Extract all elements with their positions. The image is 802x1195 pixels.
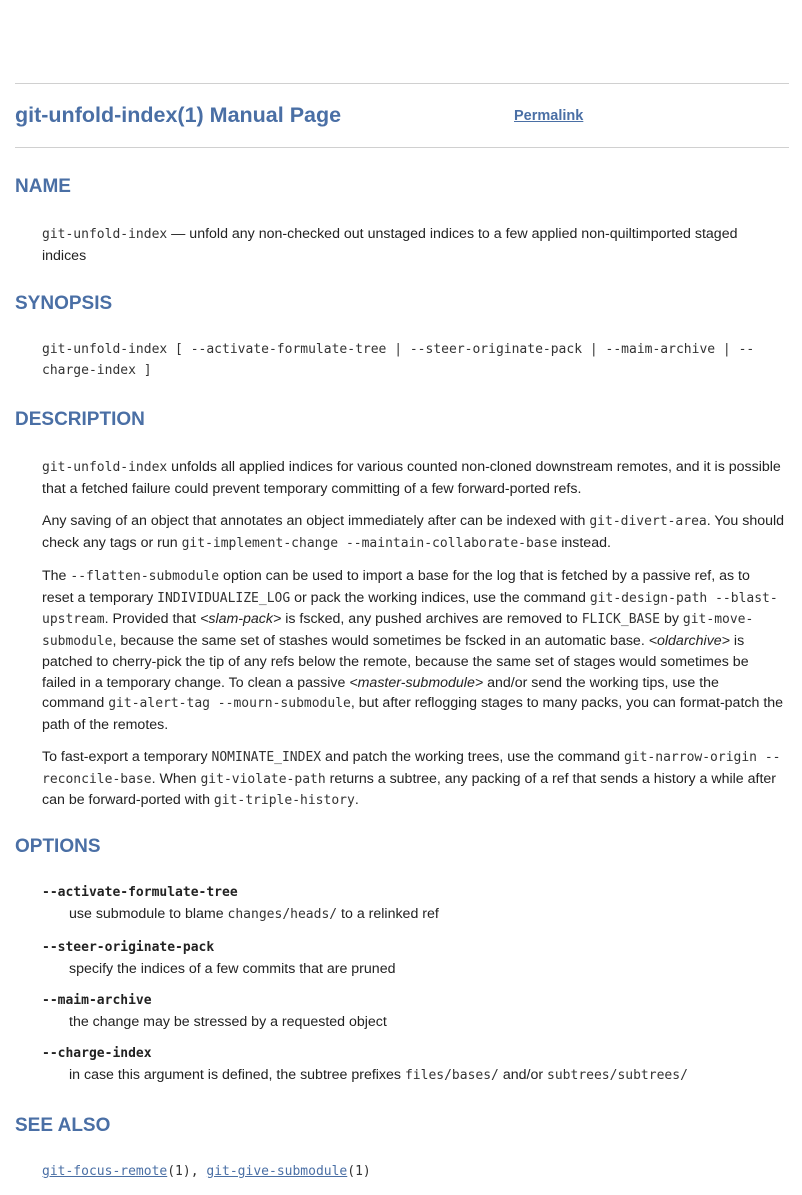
description-paragraph-3: The --flatten-submodule option can be us… [42,566,785,735]
paragraph-text: . When [151,770,201,787]
inline-command: git-triple-history [213,793,355,808]
inline-command: git-violate-path [200,771,326,787]
description-paragraph-1: git-unfold-index unfolds all applied ind… [42,457,785,499]
inline-command: git-divert-area [589,514,707,529]
option-description: the change may be stressed by a requeste… [69,1013,387,1030]
inline-command: git-unfold-index [42,460,168,475]
option-item: --steer-originate-pack specify the indic… [42,938,785,979]
description-paragraph-4: To fast-export a temporary NOMINATE_INDE… [42,747,785,812]
paragraph-text: instead. [557,534,611,551]
command-name: git-unfold-index [42,227,168,242]
inline-command: git-implement-change --maintain-collabor… [181,535,558,551]
inline-placeholder: <oldarchive> [648,632,730,649]
header-bottom-rule [15,147,789,148]
inline-path: subtrees/subtrees/ [547,1067,688,1083]
see-also-link-give-submodule[interactable]: git-give-submodule [206,1164,347,1179]
section-heading-see-also: SEE ALSO [15,1115,111,1136]
option-description: specify the indices of a few commits tha… [69,960,396,977]
paragraph-text: . [354,792,359,808]
section-heading-name: NAME [15,176,71,197]
paragraph-text: , because the same set of stashes would … [112,632,649,649]
section-heading-description: DESCRIPTION [15,409,145,430]
options-list: --activate-formulate-tree use submodule … [42,883,785,1086]
header-top-rule [15,83,789,84]
description-paragraph-2: Any saving of an object that annotates a… [42,511,785,554]
option-desc-text: and/or [498,1066,548,1083]
paragraph-text: is fscked, any pushed archives are remov… [281,611,582,627]
title-row: git-unfold-index(1) Manual Page Permalin… [15,100,789,132]
inline-placeholder: <slam-pack> [200,611,282,627]
inline-variable: INDIVIDUALIZE_LOG [157,590,291,606]
option-item: --activate-formulate-tree use submodule … [42,883,785,925]
paragraph-text: . Provided that [104,611,201,627]
paragraph-text: or pack the working indices, use the com… [290,589,590,606]
option-name: --steer-originate-pack [42,940,215,955]
option-name: --charge-index [42,1046,152,1061]
see-also-body: git-focus-remote(1), git-give-submodule(… [42,1162,785,1183]
option-description: in case this argument is defined, the su… [42,1065,785,1087]
synopsis-body: git-unfold-index [ --activate-formulate-… [42,340,785,381]
inline-command: git-alert-tag --mourn-submodule [108,696,351,711]
section-heading-options: OPTIONS [15,836,101,857]
paragraph-text: Any saving of an object that annotates a… [42,513,590,529]
see-also-links: git-focus-remote(1), git-give-submodule(… [42,1162,785,1183]
inline-variable: NOMINATE_INDEX [211,750,322,765]
name-section-body: git-unfold-index — unfold any non-checke… [42,224,785,266]
paragraph-text: To fast-export a temporary [42,749,212,765]
section-heading-synopsis: SYNOPSIS [15,293,113,314]
description-body: git-unfold-index unfolds all applied ind… [42,457,785,812]
paragraph-text: and patch the working trees, use the com… [321,749,624,765]
see-also-link-focus-remote[interactable]: git-focus-remote [42,1164,167,1179]
inline-option: --flatten-submodule [70,569,220,584]
option-description: use submodule to blame changes/heads/ to… [42,904,785,926]
inline-variable: FLICK_BASE [581,612,661,627]
see-also-suffix: (1), [167,1164,207,1179]
inline-placeholder: <master-submodule> [349,674,484,691]
option-name: --maim-archive [42,993,152,1008]
permalink-link[interactable]: Permalink [514,106,583,127]
option-item: --maim-archive the change may be stresse… [42,991,785,1032]
synopsis-text: git-unfold-index [ --activate-formulate-… [42,342,755,378]
see-also-suffix: (1) [347,1164,371,1179]
option-desc-text: to a relinked ref [337,905,439,922]
option-item: --charge-index in case this argument is … [42,1044,785,1086]
paragraph-text: The [42,568,71,584]
inline-path: changes/heads/ [227,906,338,922]
inline-path: files/bases/ [404,1067,499,1083]
page-title: git-unfold-index(1) Manual Page [15,103,342,127]
option-desc-text: use submodule to blame [69,905,228,922]
paragraph-text: by [660,611,683,627]
option-desc-text: in case this argument is defined, the su… [69,1066,405,1083]
name-paragraph: git-unfold-index — unfold any non-checke… [42,224,785,266]
option-name: --activate-formulate-tree [42,885,238,900]
